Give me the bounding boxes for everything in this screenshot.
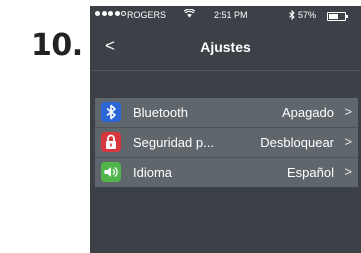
signal-strength-icon (95, 11, 126, 16)
phone-screen: ROGERS 2:51 PM 57% < Ajustes Bluetooth A… (90, 6, 361, 253)
settings-row-label: Bluetooth (133, 105, 188, 120)
navigation-bar: < Ajustes (90, 26, 361, 70)
nav-divider (90, 70, 361, 71)
lock-icon (101, 132, 121, 152)
chevron-right-icon: > (344, 164, 352, 179)
status-time: 2:51 PM (214, 10, 248, 20)
bluetooth-status-icon (289, 9, 295, 22)
wifi-icon (183, 8, 196, 21)
settings-row-bluetooth[interactable]: Bluetooth Apagado > (95, 98, 358, 128)
page-title: Ajustes (200, 39, 251, 55)
settings-row-label: Idioma (133, 165, 173, 180)
bluetooth-icon (101, 102, 121, 122)
step-number: 10. (31, 28, 83, 63)
battery-icon (327, 12, 348, 21)
settings-row-security[interactable]: Seguridad p... Desbloquear > (95, 128, 358, 158)
carrier-name: ROGERS (127, 10, 167, 20)
settings-row-label: Seguridad p... (133, 135, 214, 150)
battery-percentage: 57% (298, 10, 317, 20)
settings-row-value: Desbloquear (260, 135, 334, 150)
chevron-right-icon: > (344, 104, 352, 119)
settings-row-language[interactable]: Idioma Español > (95, 158, 358, 187)
settings-row-value: Español (287, 165, 334, 180)
settings-list: Bluetooth Apagado > Seguridad p... Desbl… (95, 98, 358, 187)
chevron-right-icon: > (344, 134, 352, 149)
settings-row-value: Apagado (281, 105, 334, 120)
status-bar: ROGERS 2:51 PM 57% (90, 6, 361, 26)
speaker-icon (101, 162, 121, 182)
